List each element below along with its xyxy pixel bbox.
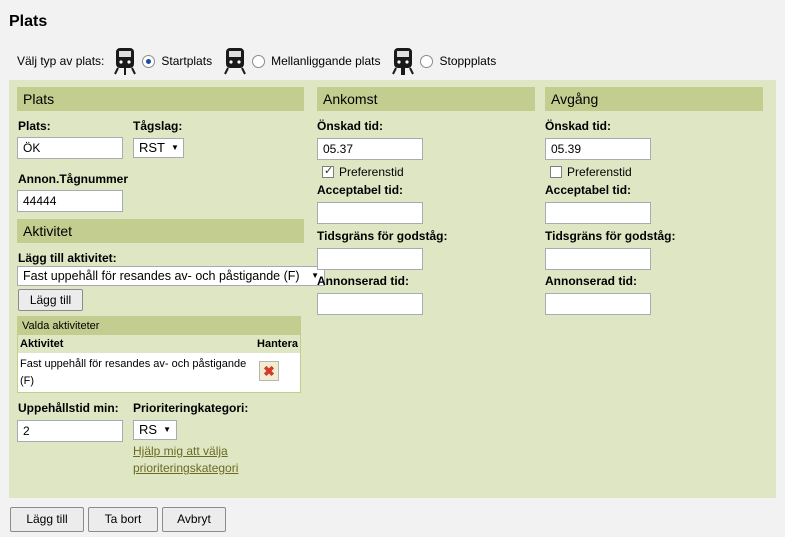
- activity-select[interactable]: Fast uppehåll för resandes av- och påsti…: [17, 266, 325, 286]
- ankomst-preferens-checkbox[interactable]: [322, 164, 334, 178]
- ankomst-annonserad-label: Annonserad tid:: [317, 274, 409, 288]
- train-icon: [114, 48, 137, 75]
- tagnummer-label: Annon.Tågnummer: [18, 172, 128, 186]
- avgang-preferens: Preferenstid: [550, 165, 632, 179]
- help-prio-link-line2[interactable]: prioriteringskategori: [133, 460, 238, 477]
- close-icon: ✖: [263, 362, 275, 379]
- activity-row-text-line1: Fast uppehåll för resandes av- och påsti…: [20, 358, 247, 370]
- ankomst-preferens-label: Preferenstid: [339, 165, 404, 179]
- footer-cancel-button[interactable]: Avbryt: [162, 507, 226, 532]
- prio-label: Prioriteringkategori:: [133, 401, 249, 415]
- col-hantera: Hantera: [257, 338, 298, 350]
- avgang-section-header: Avgång: [545, 87, 763, 111]
- avgang-tidsgrans-label: Tidsgräns för godståg:: [545, 229, 676, 243]
- radio-stoppplats[interactable]: [420, 54, 434, 68]
- page-title: Plats: [9, 13, 48, 30]
- tagslag-label: Tågslag:: [133, 119, 183, 133]
- avgang-onskad-input[interactable]: 05.39: [545, 138, 651, 160]
- plats-input[interactable]: ÖK: [17, 137, 123, 159]
- chevron-down-icon: ▼: [163, 425, 171, 434]
- prio-select[interactable]: RS ▼: [133, 420, 177, 440]
- activity-row-text: Fast uppehåll för resandes av- och påsti…: [20, 356, 252, 390]
- aktivitet-section-header: Aktivitet: [17, 219, 304, 243]
- tagnummer-input[interactable]: 44444: [17, 190, 123, 212]
- radio-startplats[interactable]: [142, 54, 156, 68]
- col-aktivitet: Aktivitet: [20, 338, 64, 350]
- activity-row-text-line2: (F): [20, 375, 35, 387]
- ankomst-acceptabel-label: Acceptabel tid:: [317, 183, 404, 197]
- ankomst-preferens: Preferenstid: [322, 164, 404, 179]
- ankomst-section-header: Ankomst: [317, 87, 535, 111]
- avgang-annonserad-label: Annonserad tid:: [545, 274, 637, 288]
- avgang-tidsgrans-input[interactable]: [545, 248, 651, 270]
- train-icon: [392, 48, 415, 75]
- activity-select-value: Fast uppehåll för resandes av- och påsti…: [23, 269, 300, 283]
- location-type-selector: Välj typ av plats: Startplats Mellanligg…: [17, 46, 506, 76]
- radio-stoppplats-label[interactable]: Stoppplats: [439, 54, 496, 68]
- plats-label: Plats:: [18, 119, 51, 133]
- uppehall-input[interactable]: 2: [17, 420, 123, 442]
- selected-activities-header: Valda aktiviteter: [18, 317, 300, 335]
- tagslag-select[interactable]: RST ▼: [133, 138, 184, 158]
- location-type-label: Välj typ av plats:: [17, 54, 105, 68]
- tagslag-select-value: RST: [139, 140, 165, 155]
- avgang-preferens-checkbox[interactable]: [550, 166, 562, 178]
- ankomst-acceptabel-input[interactable]: [317, 202, 423, 224]
- footer-add-button[interactable]: Lägg till: [10, 507, 84, 532]
- radio-mellanliggande-label[interactable]: Mellanliggande plats: [271, 54, 380, 68]
- ankomst-annonserad-input[interactable]: [317, 293, 423, 315]
- selected-activities-table: Valda aktiviteter Aktivitet Hantera Fast…: [17, 316, 301, 393]
- ankomst-onskad-label: Önskad tid:: [317, 119, 384, 133]
- ankomst-tidsgrans-input[interactable]: [317, 248, 423, 270]
- uppehall-label: Uppehållstid min:: [18, 401, 119, 415]
- table-row: Fast uppehåll för resandes av- och påsti…: [18, 353, 300, 392]
- ankomst-onskad-input[interactable]: 05.37: [317, 138, 423, 160]
- avgang-preferens-label: Preferenstid: [567, 165, 632, 179]
- ankomst-tidsgrans-label: Tidsgräns för godståg:: [317, 229, 448, 243]
- help-prio-link-line1[interactable]: Hjälp mig att välja: [133, 443, 238, 460]
- avgang-onskad-label: Önskad tid:: [545, 119, 612, 133]
- avgang-acceptabel-label: Acceptabel tid:: [545, 183, 632, 197]
- selected-activities-columns: Aktivitet Hantera: [18, 335, 300, 353]
- train-icon: [224, 48, 246, 75]
- plats-section-header: Plats: [17, 87, 304, 111]
- add-activity-label: Lägg till aktivitet:: [18, 251, 117, 265]
- radio-startplats-label[interactable]: Startplats: [161, 54, 212, 68]
- help-prio-link[interactable]: Hjälp mig att välja prioriteringskategor…: [133, 443, 238, 477]
- add-activity-button[interactable]: Lägg till: [18, 289, 83, 311]
- avgang-annonserad-input[interactable]: [545, 293, 651, 315]
- prio-select-value: RS: [139, 422, 158, 437]
- footer-remove-button[interactable]: Ta bort: [88, 507, 158, 532]
- radio-mellanliggande[interactable]: [252, 54, 266, 68]
- delete-activity-button[interactable]: ✖: [259, 361, 279, 381]
- chevron-down-icon: ▼: [171, 143, 179, 152]
- avgang-acceptabel-input[interactable]: [545, 202, 651, 224]
